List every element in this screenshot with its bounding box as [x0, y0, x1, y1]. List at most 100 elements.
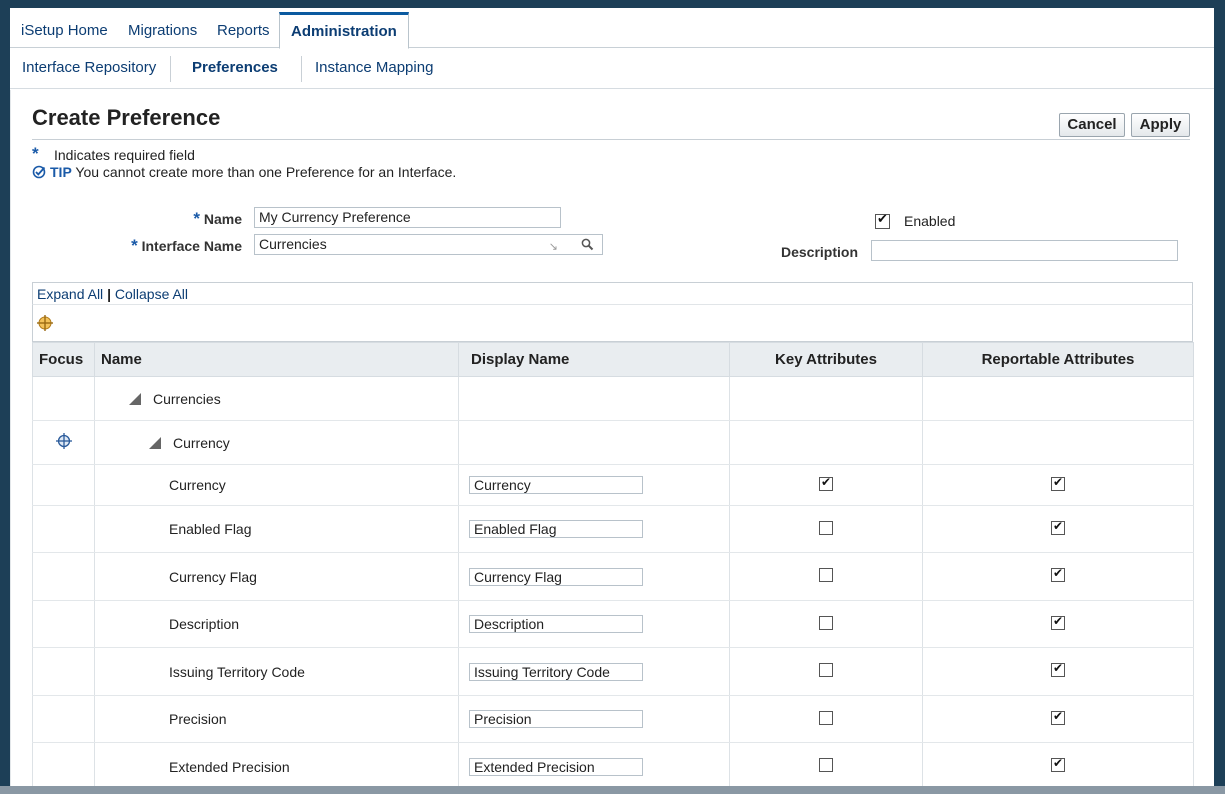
- table-row: Description Description: [32, 600, 1194, 648]
- collapse-triangle-icon[interactable]: [149, 436, 161, 449]
- preference-attributes-table: Focus Name Display Name Key Attributes R…: [32, 342, 1194, 788]
- tip-check-icon: [32, 165, 46, 179]
- tab-migrations[interactable]: Migrations: [117, 12, 208, 48]
- app-window: iSetup Home Migrations Reports Administr…: [10, 8, 1217, 788]
- description-label: Description: [780, 244, 858, 260]
- taskbar-strip: [0, 786, 1225, 794]
- display-name-input[interactable]: Currency: [469, 476, 643, 494]
- table-row: Precision Precision: [32, 695, 1194, 743]
- key-cell: [729, 376, 923, 421]
- header-focus: Focus: [32, 342, 95, 377]
- table-row: Enabled Flag Enabled Flag: [32, 505, 1194, 553]
- reportable-attribute-checkbox[interactable]: [1051, 756, 1065, 772]
- description-input[interactable]: [871, 240, 1178, 261]
- name-cell: Currency: [94, 420, 459, 465]
- attribute-name: Description: [94, 600, 459, 648]
- display-name-cell: [458, 420, 730, 465]
- required-star-icon: *: [193, 209, 200, 228]
- reportable-attribute-checkbox[interactable]: [1051, 519, 1065, 535]
- table-row: Issuing Territory Code Issuing Territory…: [32, 647, 1194, 696]
- enabled-label: Enabled: [904, 213, 956, 229]
- table-row-group: Currencies: [32, 376, 1194, 421]
- display-name-input[interactable]: Issuing Territory Code: [469, 662, 643, 681]
- content-border: [10, 90, 11, 788]
- reportable-attribute-checkbox[interactable]: [1051, 661, 1065, 677]
- display-name-input[interactable]: Precision: [469, 710, 643, 728]
- display-name-input[interactable]: Description: [469, 615, 643, 633]
- tip-text: You cannot create more than one Preferen…: [71, 164, 457, 180]
- main-tabs: iSetup Home Migrations Reports Administr…: [10, 12, 1214, 49]
- reportable-cell: [922, 376, 1194, 421]
- clear-icon[interactable]: ↘: [549, 238, 558, 257]
- display-name-input[interactable]: Extended Precision: [469, 757, 643, 776]
- subnav-interface-repository[interactable]: Interface Repository: [22, 59, 156, 76]
- collapse-triangle-icon[interactable]: [129, 392, 141, 405]
- key-attribute-checkbox[interactable]: [819, 475, 833, 491]
- name-cell: Currencies: [94, 376, 459, 421]
- reportable-attribute-checkbox[interactable]: [1051, 614, 1065, 630]
- interface-name-label: * Interface Name: [131, 236, 242, 255]
- tip-label: TIP: [50, 164, 72, 180]
- interface-name-input[interactable]: Currencies ↘: [254, 234, 603, 255]
- focus-cell: [32, 376, 95, 421]
- key-attribute-checkbox[interactable]: [819, 663, 833, 677]
- table-row: Extended Precision Extended Precision: [32, 742, 1194, 788]
- attribute-name: Precision: [94, 695, 459, 743]
- display-name-cell: [458, 376, 730, 421]
- subnav-separator: [301, 56, 302, 82]
- table-header-row: Focus Name Display Name Key Attributes R…: [32, 342, 1194, 377]
- interface-name-value: Currencies: [259, 236, 327, 252]
- name-input[interactable]: My Currency Preference: [254, 207, 561, 228]
- required-star-icon: *: [32, 144, 39, 163]
- reportable-attribute-checkbox[interactable]: [1051, 566, 1065, 582]
- tree-toolbar: Expand All | Collapse All: [32, 282, 1193, 304]
- key-attribute-checkbox[interactable]: [819, 710, 833, 725]
- key-attribute-checkbox[interactable]: [819, 568, 833, 582]
- table-row: Currency Flag Currency Flag: [32, 552, 1194, 601]
- attribute-name: Extended Precision: [94, 742, 459, 788]
- tab-reports[interactable]: Reports: [206, 12, 281, 48]
- subnav-separator: [170, 56, 171, 82]
- key-attribute-checkbox[interactable]: [819, 758, 833, 772]
- subnav-instance-mapping[interactable]: Instance Mapping: [315, 59, 433, 76]
- reportable-attribute-checkbox[interactable]: [1051, 709, 1065, 725]
- required-star-icon: *: [131, 236, 138, 255]
- required-note-text: Indicates required field: [54, 147, 195, 163]
- header-key-attributes: Key Attributes: [729, 342, 923, 377]
- key-attribute-checkbox[interactable]: [819, 615, 833, 630]
- page-title: Create Preference: [32, 105, 221, 130]
- link-separator: |: [107, 286, 111, 302]
- display-name-input[interactable]: Currency Flag: [469, 567, 643, 586]
- tab-administration[interactable]: Administration: [279, 12, 409, 49]
- tip-message: TIP You cannot create more than one Pref…: [32, 164, 456, 180]
- reportable-cell: [922, 420, 1194, 465]
- title-divider: [32, 139, 1190, 140]
- key-attribute-checkbox[interactable]: [819, 520, 833, 535]
- cancel-button[interactable]: Cancel: [1059, 113, 1125, 137]
- expand-all-link[interactable]: Expand All: [37, 286, 103, 302]
- display-name-input[interactable]: Enabled Flag: [469, 520, 643, 538]
- apply-button[interactable]: Apply: [1131, 113, 1190, 137]
- sub-navigation: Interface Repository Preferences Instanc…: [10, 49, 1214, 89]
- reportable-attribute-checkbox[interactable]: [1051, 475, 1065, 491]
- table-row: Currency Currency: [32, 464, 1194, 506]
- subnav-preferences[interactable]: Preferences: [192, 59, 278, 76]
- group-name: Currency: [173, 434, 230, 451]
- search-icon[interactable]: [581, 238, 594, 251]
- attribute-name: Currency: [94, 464, 459, 506]
- collapse-all-link[interactable]: Collapse All: [115, 286, 188, 302]
- attribute-name: Issuing Territory Code: [94, 647, 459, 696]
- attribute-name: Currency Flag: [94, 552, 459, 601]
- tab-isetup-home[interactable]: iSetup Home: [10, 12, 119, 48]
- focus-root-icon[interactable]: [36, 314, 54, 332]
- focus-cell: [32, 420, 95, 465]
- name-label: * Name: [193, 209, 242, 228]
- key-cell: [729, 420, 923, 465]
- enabled-checkbox[interactable]: [875, 212, 890, 229]
- header-name: Name: [94, 342, 459, 377]
- tree-icon-row: [32, 304, 1193, 342]
- attribute-name: Enabled Flag: [94, 505, 459, 553]
- focus-crosshair-icon[interactable]: [55, 432, 73, 450]
- header-display-name: Display Name: [458, 342, 730, 377]
- required-field-note: * Indicates required field: [32, 144, 195, 164]
